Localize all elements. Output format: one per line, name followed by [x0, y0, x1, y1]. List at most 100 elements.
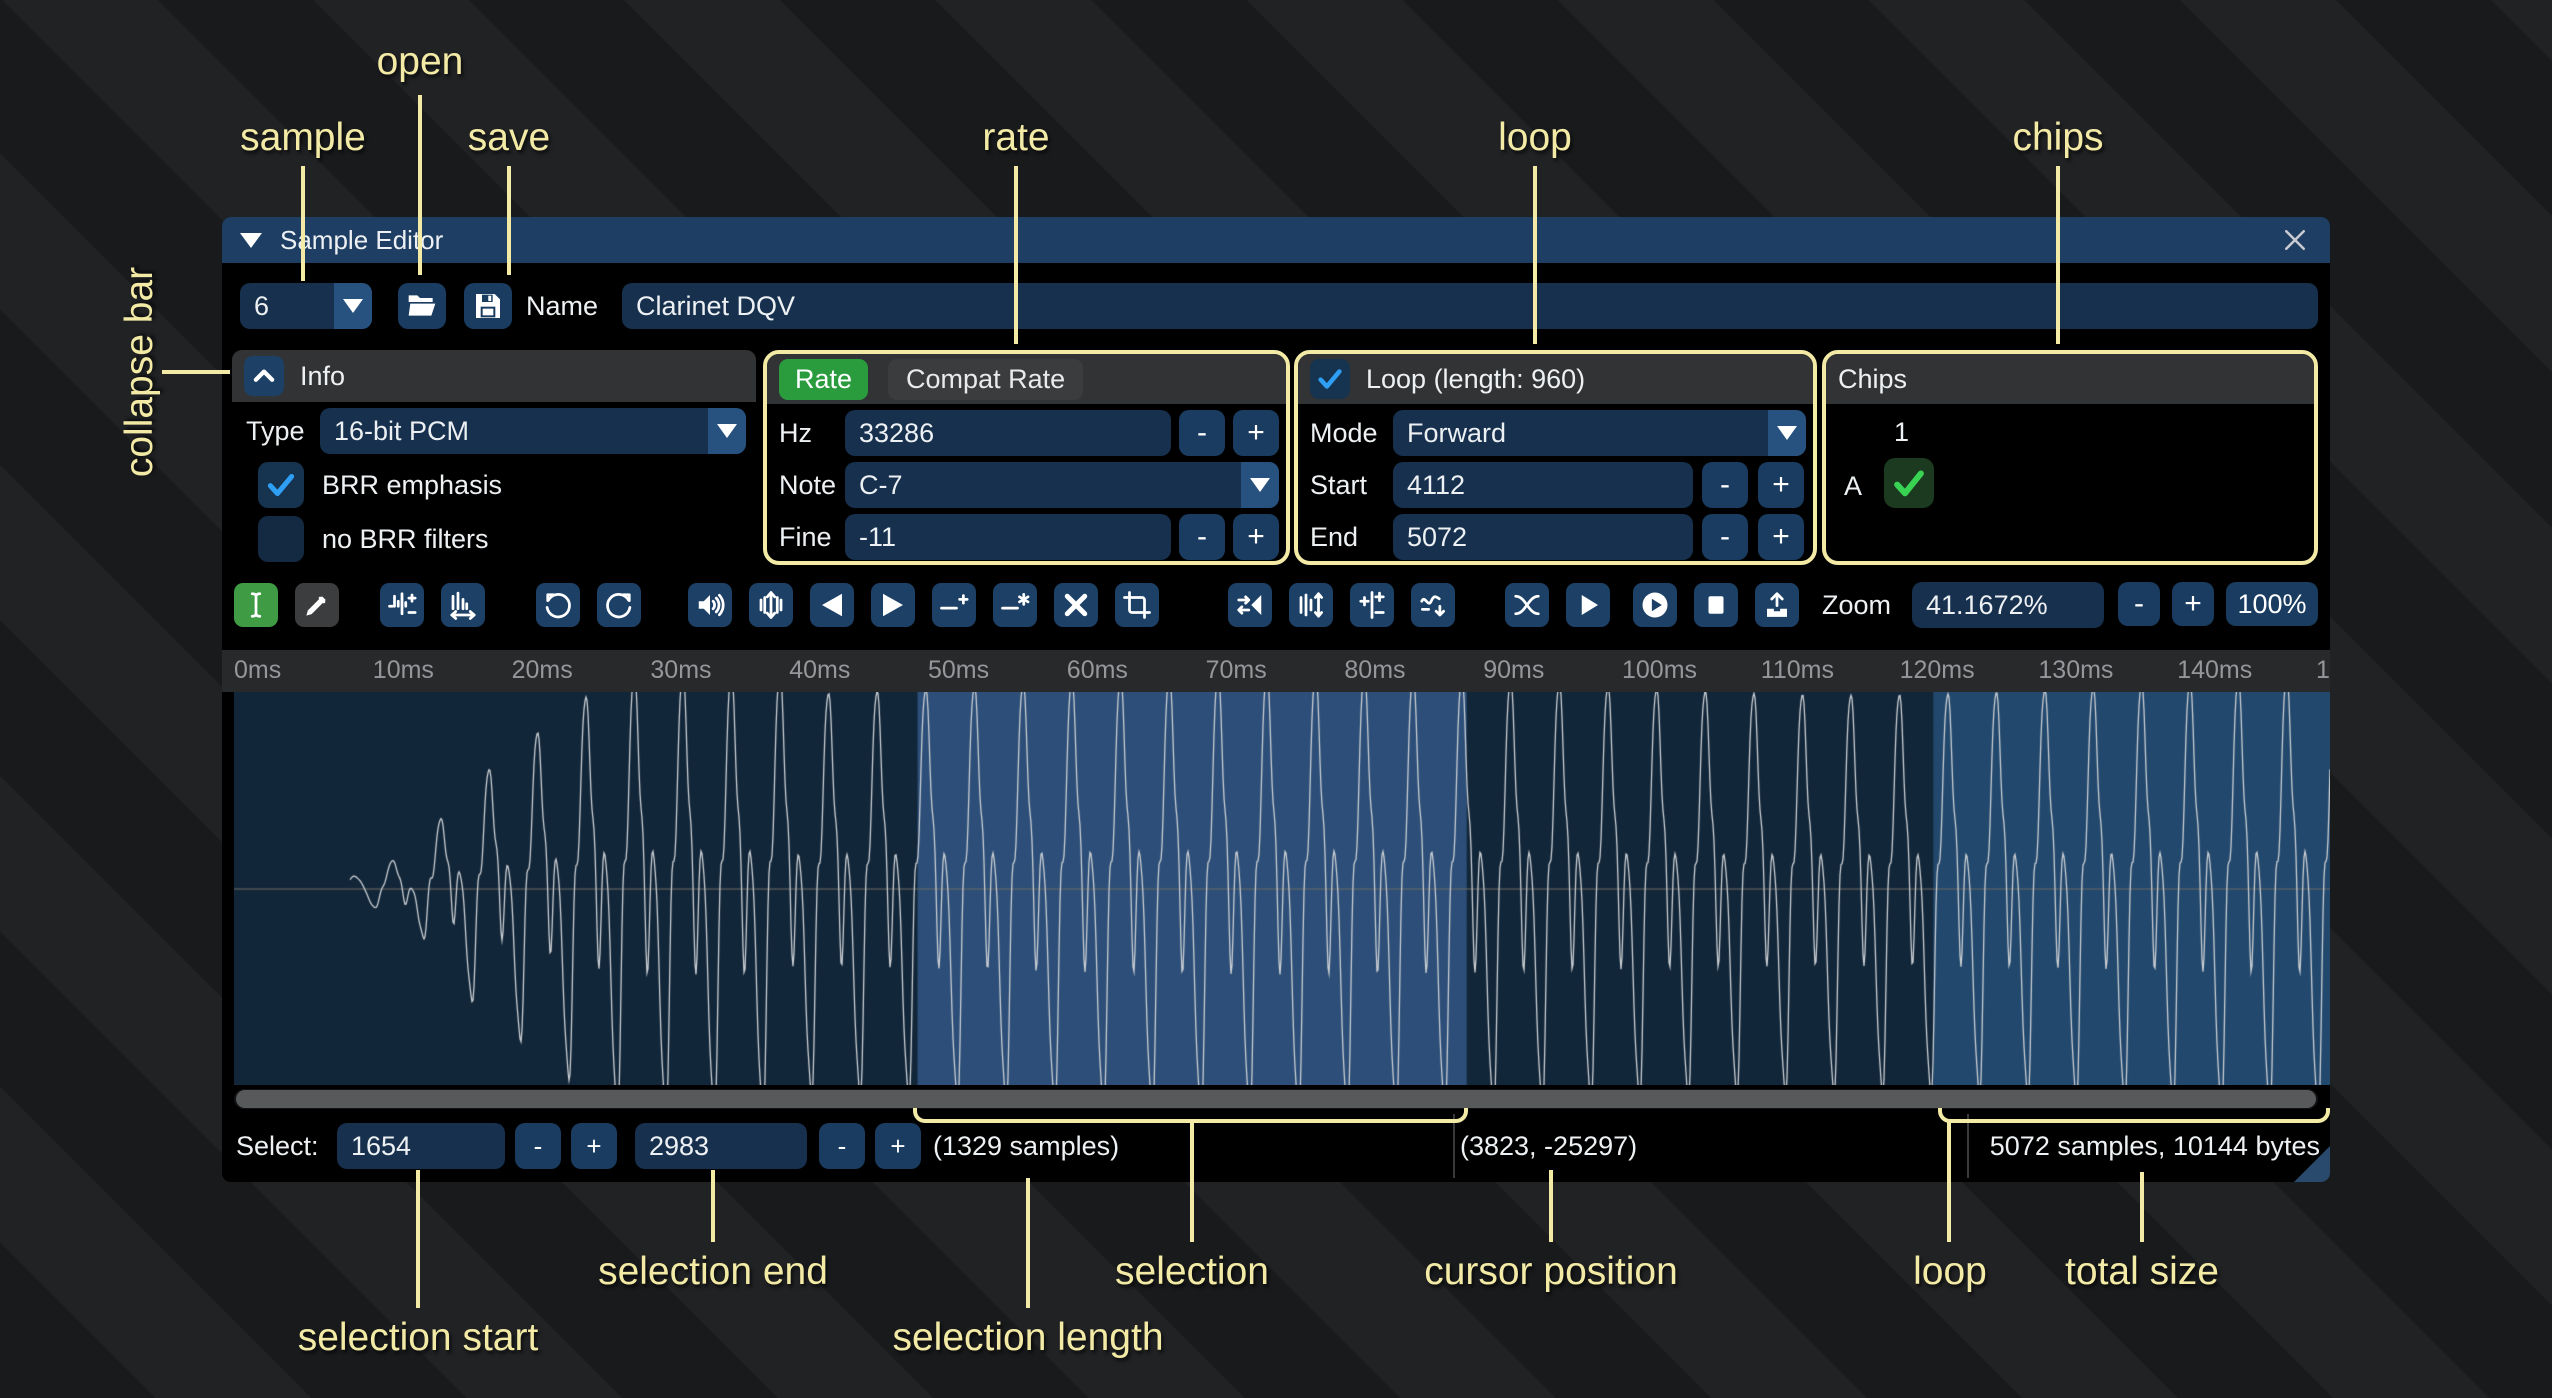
tool-amplify-button[interactable]	[688, 583, 732, 627]
open-sample-button[interactable]	[398, 283, 446, 329]
tab-compat-rate[interactable]: Compat Rate	[888, 359, 1083, 400]
tool-resize-button[interactable]	[380, 583, 424, 627]
zoom-reset-button[interactable]: 100%	[2226, 582, 2318, 626]
loop-start-plus-button[interactable]: +	[1758, 462, 1804, 508]
zoom-minus-button[interactable]: -	[2118, 582, 2160, 626]
toolbar-group	[1228, 583, 1455, 627]
total-size-text: 5072 samples, 10144 bytes	[1990, 1123, 2320, 1169]
draw-icon	[302, 590, 332, 620]
cursor-position-text: (3823, -25297)	[1460, 1123, 1637, 1169]
waveform-scrollbar[interactable]	[234, 1089, 2318, 1109]
ruler-tick-label: 60ms	[1067, 656, 1128, 685]
annotation-total-size: total size	[2065, 1250, 2219, 1294]
tab-rate[interactable]: Rate	[779, 359, 868, 400]
fade-out-icon	[878, 590, 908, 620]
tool-fade-out-button[interactable]	[871, 583, 915, 627]
fine-label: Fine	[779, 514, 832, 560]
collapse-bar-button[interactable]	[244, 356, 284, 396]
toolbar-group	[1633, 583, 1799, 627]
selection-end-input[interactable]: 2983	[635, 1123, 807, 1169]
resize-icon	[387, 590, 417, 620]
selection-bracket	[913, 1108, 1468, 1123]
annotation-collapse-bar: collapse bar	[118, 267, 162, 477]
insert-silence-icon	[939, 590, 969, 620]
chevron-down-icon	[1768, 410, 1806, 456]
tool-resample-button[interactable]	[441, 583, 485, 627]
tool-sign-button[interactable]	[1350, 583, 1394, 627]
fine-input[interactable]: -11	[845, 514, 1171, 560]
tool-invert-button[interactable]	[1289, 583, 1333, 627]
selection-start-value: 1654	[351, 1131, 411, 1162]
loop-end-input[interactable]: 5072	[1393, 514, 1693, 560]
sample-type-dropdown[interactable]: 16-bit PCM	[320, 408, 746, 454]
fine-plus-button[interactable]: +	[1233, 514, 1279, 560]
loop-mode-value: Forward	[1393, 410, 1768, 456]
fine-minus-button[interactable]: -	[1179, 514, 1225, 560]
selection-start-minus-button[interactable]: -	[515, 1123, 561, 1169]
tool-filter-button[interactable]	[1411, 583, 1455, 627]
selection-start-input[interactable]: 1654	[337, 1123, 505, 1169]
tool-crossfade-button[interactable]	[1505, 583, 1549, 627]
waveform-canvas[interactable]	[234, 692, 2330, 1085]
loop-mode-dropdown[interactable]: Forward	[1393, 410, 1806, 456]
tool-normalize-button[interactable]	[749, 583, 793, 627]
callout-line-rate	[1014, 166, 1018, 344]
close-button[interactable]	[2278, 223, 2312, 257]
selection-end-minus-button[interactable]: -	[819, 1123, 865, 1169]
loop-panel: Loop (length: 960) Mode Forward Start 41…	[1294, 350, 1817, 565]
callout-line-total-size	[2140, 1172, 2144, 1242]
tool-select-button[interactable]	[234, 583, 278, 627]
sample-editor-window: Sample Editor 6 Name Clarinet DQV	[222, 217, 2330, 1182]
name-input[interactable]: Clarinet DQV	[622, 283, 2318, 329]
chip-enable-checkbox[interactable]	[1884, 458, 1934, 508]
selection-start-plus-button[interactable]: +	[571, 1123, 617, 1169]
resize-grip[interactable]	[2294, 1146, 2330, 1182]
loop-start-label: Start	[1310, 462, 1367, 508]
tool-insert-silence-button[interactable]	[932, 583, 976, 627]
annotation-sample: sample	[240, 116, 366, 160]
tool-reverse-button[interactable]	[1228, 583, 1272, 627]
loop-start-minus-button[interactable]: -	[1702, 462, 1748, 508]
ruler-tick-label: 100ms	[1622, 656, 1697, 685]
annotation-save: save	[468, 116, 550, 160]
tool-undo-button[interactable]	[536, 583, 580, 627]
scrollbar-thumb[interactable]	[236, 1090, 2316, 1108]
loop-end-plus-button[interactable]: +	[1758, 514, 1804, 560]
tool-delete-button[interactable]	[1054, 583, 1098, 627]
delete-icon	[1061, 590, 1091, 620]
annotation-selection-start: selection start	[298, 1316, 539, 1360]
loop-checkbox[interactable]	[1310, 359, 1350, 399]
loop-end-minus-button[interactable]: -	[1702, 514, 1748, 560]
check-icon	[264, 468, 298, 502]
no-brr-filters-checkbox[interactable]	[258, 516, 304, 562]
chip-column-header: 1	[1894, 414, 1909, 450]
selection-end-plus-button[interactable]: +	[875, 1123, 921, 1169]
tool-stop-button[interactable]	[1694, 583, 1738, 627]
tool-play-button[interactable]	[1633, 583, 1677, 627]
tool-fade-in-button[interactable]	[810, 583, 854, 627]
zoom-input[interactable]: 41.1672%	[1912, 582, 2104, 628]
undo-icon	[543, 590, 573, 620]
tool-redo-button[interactable]	[597, 583, 641, 627]
hz-input[interactable]: 33286	[845, 410, 1171, 456]
tool-draw-button[interactable]	[295, 583, 339, 627]
hz-plus-button[interactable]: +	[1233, 410, 1279, 456]
loop-start-input[interactable]: 4112	[1393, 462, 1693, 508]
sample-number-dropdown[interactable]: 6	[240, 283, 372, 329]
ruler-tick-label: 150ms	[2316, 656, 2330, 685]
save-sample-button[interactable]	[464, 283, 512, 329]
brr-emphasis-checkbox[interactable]	[258, 462, 304, 508]
window-collapse-icon[interactable]	[240, 233, 262, 248]
normalize-icon	[756, 590, 786, 620]
callout-line-save	[507, 166, 511, 275]
resample-icon	[448, 590, 478, 620]
note-dropdown[interactable]: C-7	[845, 462, 1279, 508]
tool-create-silence-button[interactable]	[993, 583, 1037, 627]
chip-row-label: A	[1844, 462, 1862, 510]
tool-import-button[interactable]	[1755, 583, 1799, 627]
hz-minus-button[interactable]: -	[1179, 410, 1225, 456]
zoom-plus-button[interactable]: +	[2172, 582, 2214, 626]
ruler-tick-label: 40ms	[789, 656, 850, 685]
tool-preview-button[interactable]	[1566, 583, 1610, 627]
tool-trim-button[interactable]	[1115, 583, 1159, 627]
